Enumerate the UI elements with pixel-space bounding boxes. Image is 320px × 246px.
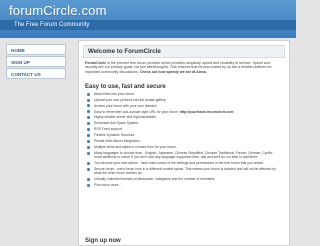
feature-item: Private Web Album integration. xyxy=(85,139,283,143)
subdomain-example: http://yourforum.forumcircle.com xyxy=(179,109,234,114)
sidebar-nav: HOME SIGN UP CONTACT US xyxy=(6,44,68,80)
feature-item: Easy to remember sub-domain style URL fo… xyxy=(85,110,283,114)
feature-text: RSS Feed support. xyxy=(94,127,123,132)
feature-item: You become your own admin - have total c… xyxy=(85,161,283,165)
feature-text: Virtually unlimited threads of discussio… xyxy=(94,176,216,181)
sidebar-item-sign-up[interactable]: SIGN UP xyxy=(6,56,66,67)
feature-item: Virtually unlimited threads of discussio… xyxy=(85,177,283,181)
feature-item: Secure forum - each forum runs in a diff… xyxy=(85,167,283,175)
bullet-icon xyxy=(87,167,90,171)
feature-text: You become your own admin - have total c… xyxy=(94,160,265,165)
feature-text: Enhanced Anti-Spam System. xyxy=(94,121,140,126)
bullet-icon xyxy=(87,128,90,132)
tagline-bar: The Free Forum Community xyxy=(0,20,296,30)
feature-text: Highly reliable server and high bandwidt… xyxy=(94,115,157,120)
feature-text: Flexible Dynamic Structure. xyxy=(94,133,136,138)
bullet-icon xyxy=(87,183,90,187)
page: forumCircle.com The Free Forum Community… xyxy=(0,0,296,246)
alexa-link[interactable]: Check out how speedy we are at Alexa. xyxy=(140,70,207,74)
sidebar-item-home[interactable]: HOME xyxy=(6,44,66,55)
bullet-icon xyxy=(87,92,90,96)
bullet-icon xyxy=(87,98,90,102)
feature-text: Upload your own pictures into the avatar… xyxy=(94,97,167,102)
bullet-icon xyxy=(87,116,90,120)
bullet-icon xyxy=(87,161,90,165)
feature-text: Access your forum with your own domain! xyxy=(94,103,157,108)
bullet-icon xyxy=(87,133,90,137)
site-logo[interactable]: forumCircle.com xyxy=(9,3,107,18)
feature-item: Multiple skins and styles to choose from… xyxy=(85,145,283,149)
feature-item: Access your forum with your own domain! xyxy=(85,104,283,108)
feature-text: Easy to remember sub-domain style URL fo… xyxy=(94,109,180,114)
feature-item: Highly reliable server and high bandwidt… xyxy=(85,115,283,119)
feature-item: Plus much more... xyxy=(85,183,283,187)
feature-text: Private Web Album integration. xyxy=(94,139,141,144)
bullet-icon xyxy=(87,151,90,155)
feature-text: Plus much more... xyxy=(94,182,122,187)
main-content: Welcome to ForumCircle ForumCircle is th… xyxy=(78,40,290,246)
feature-item: Many languages to choose from - English,… xyxy=(85,151,283,159)
welcome-title: Welcome to ForumCircle xyxy=(88,48,161,55)
feature-text: Secure forum - each forum runs in a diff… xyxy=(94,166,276,175)
site-header: forumCircle.com The Free Forum Community xyxy=(0,0,296,38)
sidebar-item-contact-us[interactable]: CONTACT US xyxy=(6,68,66,79)
feature-item: Flexible Dynamic Structure. xyxy=(85,133,283,137)
feature-text: Many languages to choose from - English,… xyxy=(94,150,275,159)
intro-paragraph: ForumCircle is the premier free forum pr… xyxy=(85,61,283,74)
feature-text: Attach files into your forum. xyxy=(94,91,136,96)
feature-text: Multiple skins and styles to choose from… xyxy=(94,144,177,149)
bullet-icon xyxy=(87,104,90,108)
welcome-header: Welcome to ForumCircle xyxy=(83,45,285,58)
bullet-icon xyxy=(87,145,90,149)
feature-item: Enhanced Anti-Spam System. xyxy=(85,121,283,125)
feature-item: RSS Feed support. xyxy=(85,127,283,131)
feature-list: Attach files into your forum. Upload you… xyxy=(85,92,283,187)
bullet-icon xyxy=(87,122,90,126)
bullet-icon xyxy=(87,139,90,143)
section-title: Easy to use, fast and secure xyxy=(85,83,166,90)
tagline-text: The Free Forum Community xyxy=(14,22,90,28)
feature-item: Upload your own pictures into the avatar… xyxy=(85,98,283,102)
bullet-icon xyxy=(87,177,90,181)
signup-title: Sign up now xyxy=(85,238,121,244)
feature-item: Attach files into your forum. xyxy=(85,92,283,96)
bullet-icon xyxy=(87,110,90,114)
